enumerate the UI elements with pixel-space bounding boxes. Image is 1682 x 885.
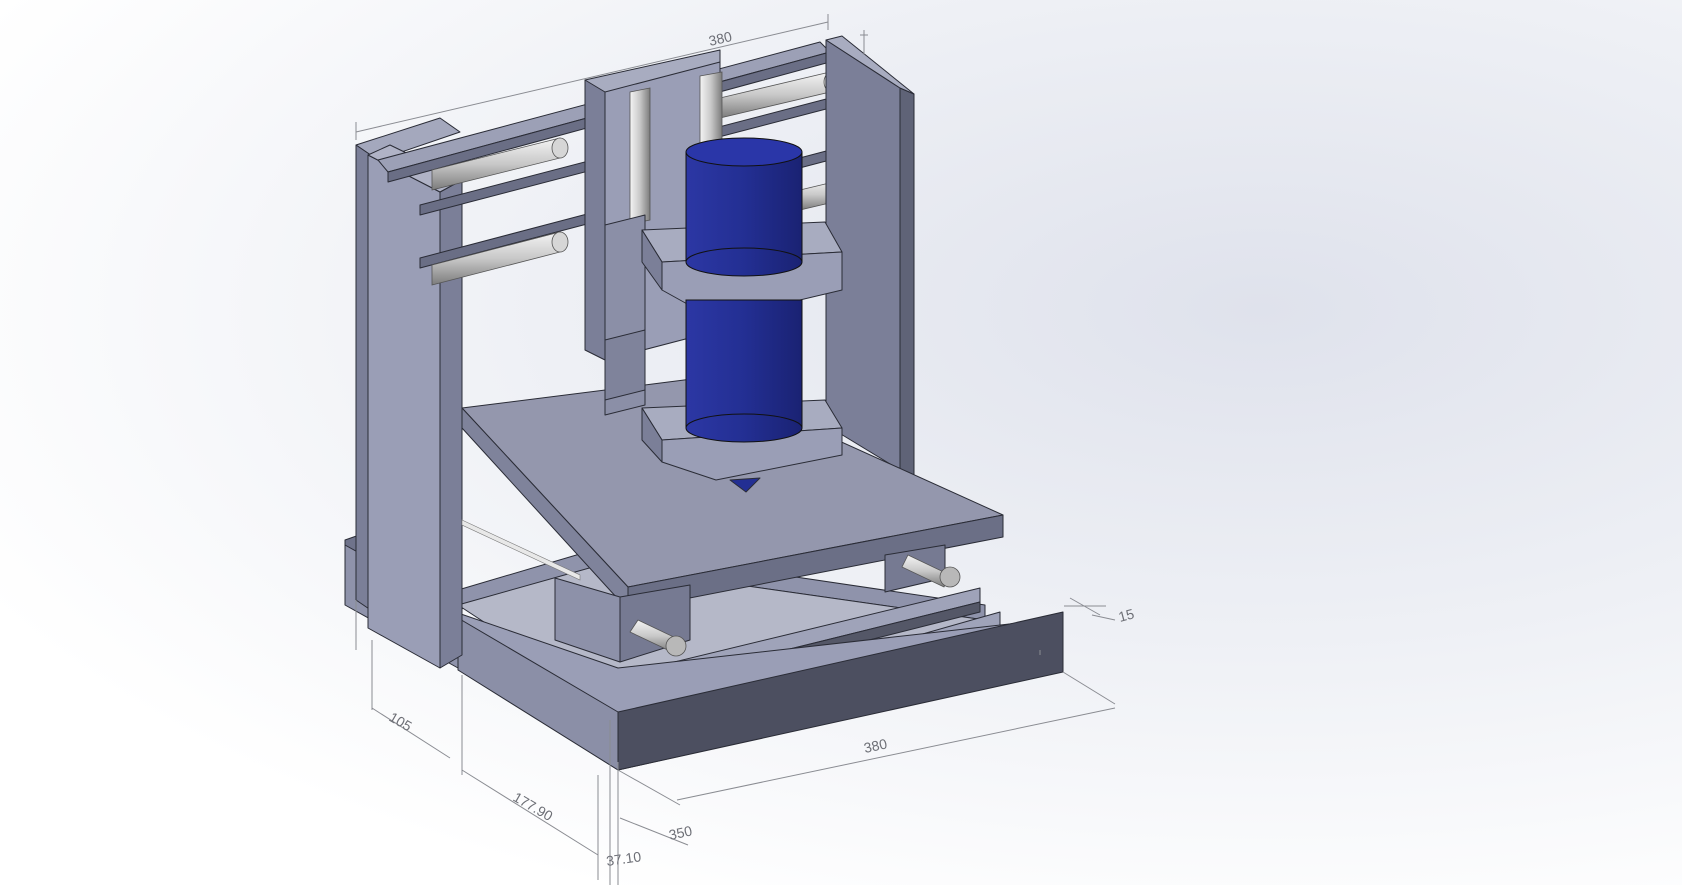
dim-top-width: 380 [707, 28, 734, 49]
dim-thickness: 15 [1117, 605, 1136, 625]
cad-viewport[interactable]: 380 15 105 177.90 380 350 37.10 [0, 0, 1682, 885]
dim-base-length: 380 [862, 735, 888, 756]
dim-bottom-width: 350 [667, 822, 693, 843]
dim-height-a: 177.90 [511, 789, 556, 824]
cnc-machine-model[interactable]: 380 15 105 177.90 380 350 37.10 [0, 0, 1682, 885]
dim-height-b: 105 [387, 709, 415, 735]
dim-offset: 37.10 [605, 848, 642, 869]
